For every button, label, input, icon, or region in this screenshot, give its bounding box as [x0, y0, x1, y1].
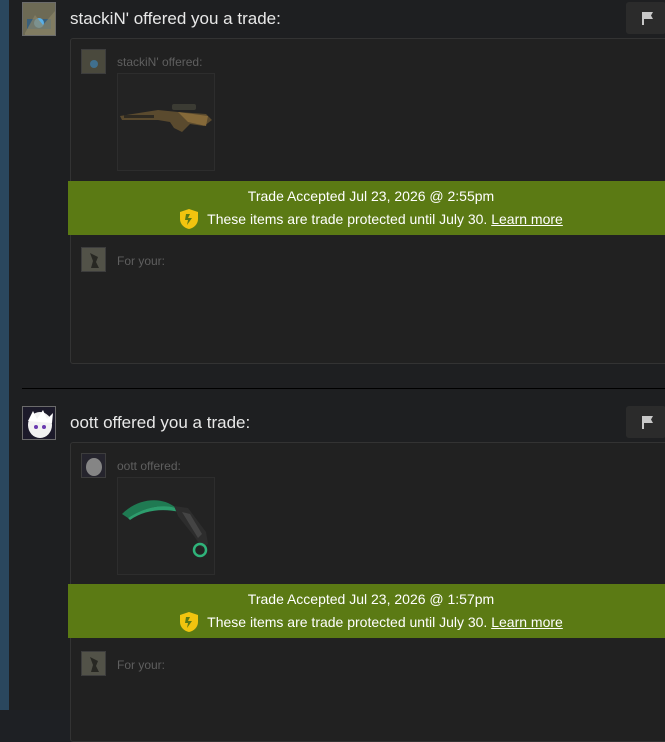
trade-offer: oott offered you a trade: oott offered: [9, 404, 665, 742]
offered-label: stackiN' offered: [117, 55, 203, 69]
trade-offer: stackiN' offered you a trade: stackiN' o… [9, 0, 665, 380]
divider [22, 388, 665, 389]
left-sidebar-strip [0, 0, 9, 710]
protection-line: These items are trade protected until Ju… [68, 611, 665, 636]
report-button[interactable] [626, 406, 665, 438]
offerer-avatar [81, 453, 106, 478]
sniper-rifle-icon [120, 104, 212, 132]
trade-accepted-banner: Trade Accepted Jul 23, 2026 @ 2:55pm The… [68, 181, 665, 235]
shield-icon [179, 208, 199, 233]
your-avatar [81, 247, 106, 272]
flag-icon [642, 12, 653, 25]
avatar[interactable] [22, 406, 56, 440]
your-label: For your: [117, 658, 166, 672]
accepted-text: Trade Accepted Jul 23, 2026 @ 1:57pm [247, 591, 495, 607]
avatar[interactable] [22, 2, 56, 36]
protected-text: These items are trade protected until Ju… [207, 211, 488, 228]
flag-icon [642, 416, 653, 429]
trade-title: oott offered you a trade: [70, 413, 251, 432]
protected-text: These items are trade protected until Ju… [207, 614, 488, 631]
accepted-text: Trade Accepted Jul 23, 2026 @ 2:55pm [247, 188, 495, 204]
learn-more-link[interactable]: Learn more [491, 614, 563, 630]
item-slot[interactable] [117, 73, 215, 171]
trade-offers-list: stackiN' offered you a trade: stackiN' o… [9, 0, 665, 742]
your-avatar [81, 651, 106, 676]
trade-title: stackiN' offered you a trade: [70, 9, 281, 28]
shield-icon [179, 611, 199, 636]
offered-label: oott offered: [117, 459, 181, 473]
your-label: For your: [117, 254, 166, 268]
protection-line: These items are trade protected until Ju… [68, 208, 665, 233]
item-slot[interactable] [117, 477, 215, 575]
offerer-avatar [81, 49, 106, 74]
karambit-icon [122, 500, 208, 558]
learn-more-link[interactable]: Learn more [491, 211, 563, 227]
report-button[interactable] [626, 2, 665, 34]
trade-accepted-banner: Trade Accepted Jul 23, 2026 @ 1:57pm The… [68, 584, 665, 638]
